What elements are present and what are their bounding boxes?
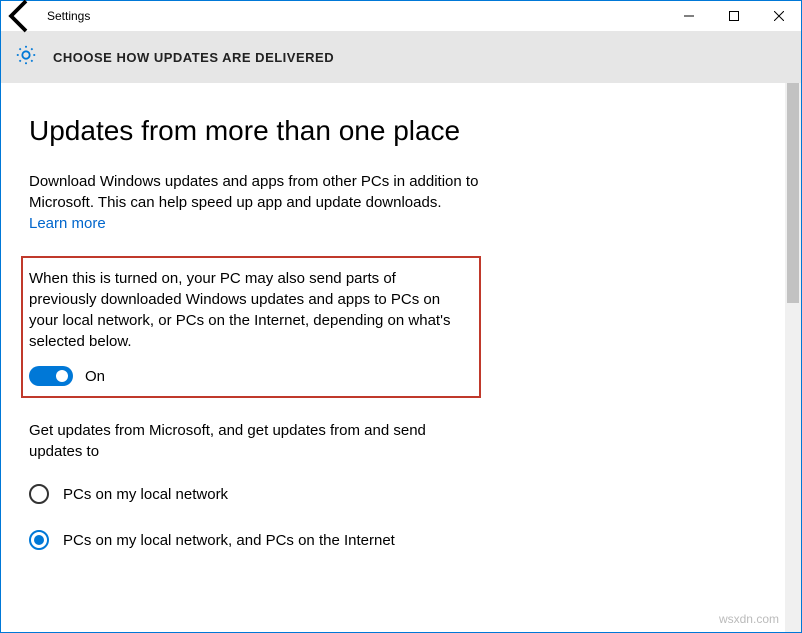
page-subtitle: CHOOSE HOW UPDATES ARE DELIVERED bbox=[53, 50, 334, 65]
radio-label: PCs on my local network, and PCs on the … bbox=[63, 532, 395, 549]
learn-more-link[interactable]: Learn more bbox=[29, 215, 757, 232]
watermark: wsxdn.com bbox=[719, 612, 779, 626]
toggle-knob bbox=[56, 370, 68, 382]
page-header: CHOOSE HOW UPDATES ARE DELIVERED bbox=[1, 31, 801, 83]
toggle-state-label: On bbox=[85, 368, 105, 385]
maximize-icon bbox=[729, 11, 739, 21]
radio-button bbox=[29, 530, 49, 550]
page-heading: Updates from more than one place bbox=[29, 115, 757, 147]
radio-option-internet[interactable]: PCs on my local network, and PCs on the … bbox=[29, 530, 757, 550]
close-icon bbox=[774, 11, 784, 21]
minimize-icon bbox=[684, 11, 694, 21]
scrollbar-thumb[interactable] bbox=[787, 83, 799, 303]
highlight-box: When this is turned on, your PC may also… bbox=[21, 256, 481, 398]
highlight-text: When this is turned on, your PC may also… bbox=[29, 268, 467, 352]
back-button[interactable] bbox=[1, 1, 41, 31]
radio-button bbox=[29, 484, 49, 504]
radio-group: PCs on my local network PCs on my local … bbox=[29, 484, 757, 550]
gear-icon bbox=[15, 44, 37, 70]
minimize-button[interactable] bbox=[666, 1, 711, 31]
radio-label: PCs on my local network bbox=[63, 486, 228, 503]
maximize-button[interactable] bbox=[711, 1, 756, 31]
vertical-scrollbar[interactable] bbox=[785, 83, 801, 632]
radio-section-text: Get updates from Microsoft, and get upda… bbox=[29, 420, 469, 462]
window-title: Settings bbox=[47, 9, 90, 23]
close-button[interactable] bbox=[756, 1, 801, 31]
description-text: Download Windows updates and apps from o… bbox=[29, 171, 479, 213]
title-bar: Settings bbox=[1, 1, 801, 31]
radio-option-local[interactable]: PCs on my local network bbox=[29, 484, 757, 504]
delivery-toggle[interactable] bbox=[29, 366, 73, 386]
back-arrow-icon bbox=[1, 0, 41, 36]
content-area: Updates from more than one place Downloa… bbox=[1, 83, 785, 632]
